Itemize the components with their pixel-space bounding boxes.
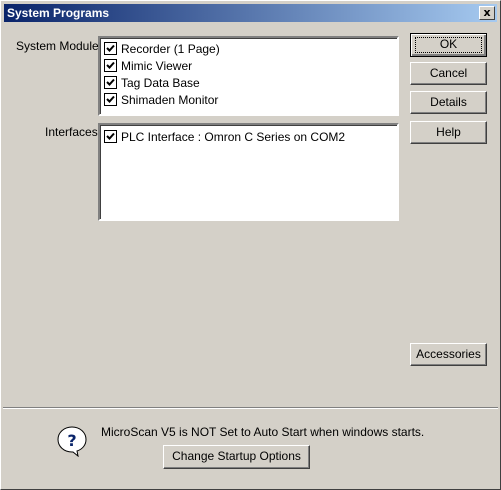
auto-start-message: MicroScan V5 is NOT Set to Auto Start wh… [101,425,425,439]
interfaces-list[interactable]: PLC Interface : Omron C Series on COM2 [98,123,399,221]
interface-item-label: PLC Interface : Omron C Series on COM2 [121,130,346,144]
module-item-label: Mimic Viewer [121,59,193,73]
help-button-label: Help [436,125,461,139]
cancel-button-label: Cancel [429,66,468,80]
window-title: System Programs [7,6,110,20]
checkmark-icon [106,132,115,140]
checkbox[interactable] [104,59,117,72]
footer-separator [3,407,498,409]
ok-button[interactable]: OK [410,33,487,57]
checkmark-icon [106,61,115,69]
cancel-button[interactable]: Cancel [410,62,487,85]
close-icon: x [483,6,491,19]
ok-button-label: OK [439,37,458,51]
accessories-button-label: Accessories [416,347,481,361]
svg-text:?: ? [67,431,76,450]
change-startup-options-label: Change Startup Options [172,449,301,463]
module-item-label: Shimaden Monitor [121,93,219,107]
checkmark-icon [106,44,115,52]
system-modules-label: System Modules [16,39,105,53]
details-button-label: Details [430,95,467,109]
change-startup-options-button[interactable]: Change Startup Options [163,445,310,469]
title-bar[interactable]: System Programs x [4,4,497,22]
system-modules-list[interactable]: Recorder (1 Page) Mimic Viewer Tag Data … [98,36,399,116]
checkbox[interactable] [104,42,117,55]
system-programs-dialog: System Programs x System Modules Recorde… [0,0,501,490]
interfaces-label: Interfaces [45,125,98,139]
module-item-label: Recorder (1 Page) [121,42,220,56]
checkmark-icon [106,78,115,86]
checkbox[interactable] [104,93,117,106]
accessories-button[interactable]: Accessories [410,343,487,366]
details-button[interactable]: Details [410,91,487,114]
checkbox[interactable] [104,130,117,143]
checkmark-icon [106,95,115,103]
checkbox[interactable] [104,76,117,89]
module-item-label: Tag Data Base [121,76,200,90]
help-button[interactable]: Help [410,121,487,144]
close-button[interactable]: x [479,6,495,20]
question-icon: ? [57,426,87,457]
